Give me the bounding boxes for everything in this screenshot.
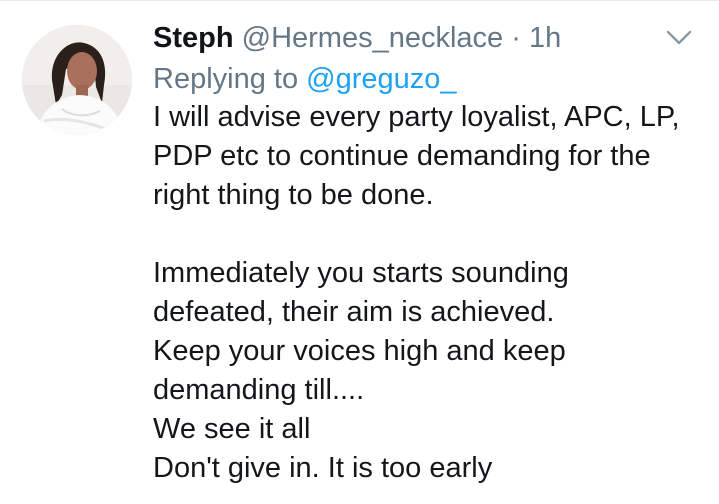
text-line: Keep your voices high and keep bbox=[153, 335, 566, 367]
reply-handle-link[interactable]: @greguzo_ bbox=[306, 63, 456, 95]
text-line: We see it all bbox=[153, 413, 311, 445]
separator-dot: · bbox=[511, 22, 521, 54]
tweet-text: I will advise every party loyalist, APC,… bbox=[153, 98, 693, 488]
reply-context: Replying to @greguzo_ bbox=[153, 59, 693, 99]
text-line: Immediately you starts sounding bbox=[153, 257, 569, 289]
text-line: defeated, their aim is achieved. bbox=[153, 296, 555, 328]
author-display-name[interactable]: Steph bbox=[153, 22, 234, 54]
paragraph: I will advise every party loyalist, APC,… bbox=[153, 98, 693, 215]
tweet: Steph @Hermes_necklace · 1h Replying to … bbox=[0, 0, 719, 504]
text-line: demanding till.... bbox=[153, 374, 365, 406]
author-handle[interactable]: @Hermes_necklace bbox=[242, 22, 504, 54]
avatar[interactable] bbox=[22, 25, 132, 135]
tweet-content: Steph @Hermes_necklace · 1h Replying to … bbox=[153, 17, 693, 488]
paragraph: Immediately you starts sounding defeated… bbox=[153, 254, 693, 488]
tweet-header: Steph @Hermes_necklace · 1h bbox=[153, 17, 693, 59]
avatar-image bbox=[22, 25, 132, 135]
text-line: I will advise every party loyalist, APC,… bbox=[153, 101, 680, 133]
text-line: Don't give in. It is too early bbox=[153, 452, 493, 484]
divider bbox=[0, 0, 719, 1]
text-line: right thing to be done. bbox=[153, 179, 434, 211]
timestamp[interactable]: 1h bbox=[529, 22, 561, 54]
reply-prefix: Replying to bbox=[153, 63, 299, 95]
chevron-down-icon[interactable] bbox=[666, 28, 692, 48]
text-line: PDP etc to continue demanding for the bbox=[153, 140, 651, 172]
